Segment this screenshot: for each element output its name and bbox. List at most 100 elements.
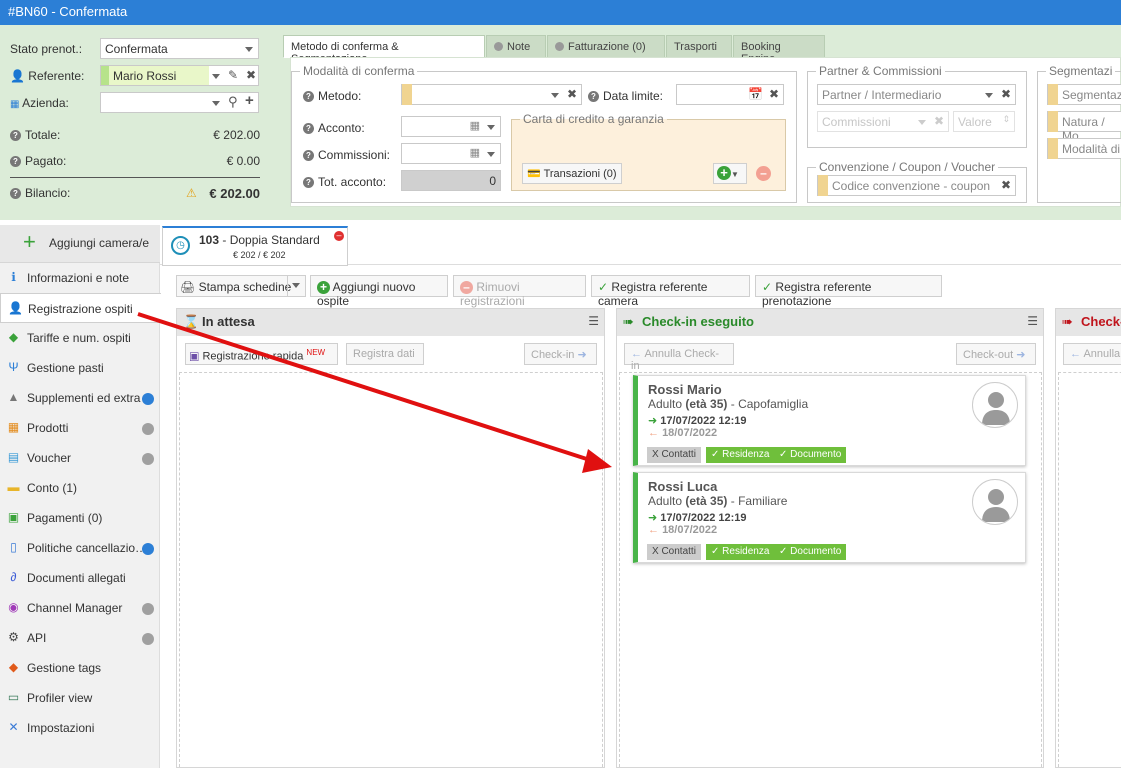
sidebar-item-label: Informazioni e note xyxy=(27,271,130,285)
room-number: 103 xyxy=(199,233,220,247)
registrazione-rapida-button[interactable]: ▣ Registrazione rapida NEW xyxy=(185,343,338,365)
guest-role: Adulto (età 35) - Familiare xyxy=(648,494,788,508)
sidebar-item-voucher[interactable]: ▤ Voucher xyxy=(0,443,160,473)
commissioni-field[interactable]: ▦ xyxy=(401,143,501,164)
valore-field[interactable]: Valore ⇕ xyxy=(953,111,1015,132)
aggiungi-ospite-button[interactable]: + Aggiungi nuovo ospite xyxy=(310,275,448,308)
commissioni-select[interactable]: Commissioni ✖ xyxy=(817,111,949,132)
chevron-down-icon[interactable] xyxy=(487,125,495,130)
hourglass-icon: ⌛ xyxy=(183,314,200,329)
column-drop-area[interactable] xyxy=(179,372,603,767)
sidebar-item-prodotti[interactable]: ▦ Prodotti xyxy=(0,413,160,443)
checkout-button[interactable]: Check-out ➜ xyxy=(956,343,1036,365)
add-card-button[interactable]: + ▼ xyxy=(713,163,747,184)
referente-field[interactable]: Mario Rossi ✎ ✖ xyxy=(100,65,259,86)
sidebar-item-label: API xyxy=(27,631,47,645)
help-icon: ? xyxy=(303,150,314,162)
close-icon[interactable]: ✖ xyxy=(1001,87,1011,101)
residenza-chip[interactable]: ✓ Residenza xyxy=(706,544,775,560)
annulla-checkin-button[interactable]: ← Annulla Check-in xyxy=(624,343,734,372)
close-icon[interactable]: ✖ xyxy=(246,68,256,82)
documento-chip[interactable]: ✓ Documento xyxy=(774,447,847,463)
chevron-down-icon[interactable] xyxy=(212,74,220,79)
tab-note[interactable]: Note xyxy=(486,35,546,58)
column-menu-icon[interactable]: ☰ xyxy=(588,314,599,328)
sidebar-item-channel-manager[interactable]: ◉ Channel Manager xyxy=(0,593,160,623)
column-drop-area[interactable] xyxy=(1058,372,1121,767)
room-tab-103[interactable]: ◷ 103 - Doppia Standard € 202 / € 202 – xyxy=(162,226,348,266)
sidebar-item-supplementi-ed-extra[interactable]: ▲ Supplementi ed extra xyxy=(0,383,160,413)
spinner-icon: ⇕ xyxy=(1002,114,1010,124)
data-limite-field[interactable]: 📅 ✖ xyxy=(676,84,784,105)
tab-trasporti[interactable]: Trasporti xyxy=(666,35,732,58)
partner-select[interactable]: Partner / Intermediario ✖ xyxy=(817,84,1016,105)
guest-card[interactable]: Rossi Mario Adulto (età 35) - Capofamigli… xyxy=(633,375,1026,466)
acconto-field[interactable]: ▦ xyxy=(401,116,501,137)
tab-booking-engine[interactable]: Booking Engine xyxy=(733,35,825,65)
sidebar-item-tariffe-e-num-ospiti[interactable]: ◆ Tariffe e num. ospiti xyxy=(0,323,160,353)
contatti-chip[interactable]: X Contatti xyxy=(647,544,701,560)
sidebar-item-informazioni-e-note[interactable]: ℹ Informazioni e note xyxy=(0,263,160,293)
add-room-button[interactable]: + Aggiungi camera/e xyxy=(0,225,160,263)
rimuovi-registrazioni-button[interactable]: – Rimuovi registrazioni xyxy=(453,275,586,308)
transazioni-button[interactable]: 💳 Transazioni (0) xyxy=(522,163,622,184)
guest-icon: 👤 xyxy=(8,301,23,315)
sidebar-item-api[interactable]: ⚙ API xyxy=(0,623,160,653)
sidebar-item-pagamenti-0[interactable]: ▣ Pagamenti (0) xyxy=(0,503,160,533)
sidebar-item-politiche-cancellazio[interactable]: ▯ Politiche cancellazio… xyxy=(0,533,160,563)
sidebar-item-gestione-pasti[interactable]: Ψ Gestione pasti xyxy=(0,353,160,383)
convenzione-field[interactable]: Codice convenzione - coupon ✖ xyxy=(817,175,1016,196)
metodo-select[interactable]: ✖ xyxy=(401,84,582,105)
help-icon: ? xyxy=(10,130,21,142)
azienda-field[interactable]: ⚲ + xyxy=(100,92,259,113)
guest-card[interactable]: Rossi Luca Adulto (età 35) - Familiare ➜ 1… xyxy=(633,472,1026,563)
tab-fatturazione[interactable]: Fatturazione (0) xyxy=(547,35,665,58)
sidebar-item-gestione-tags[interactable]: ◆ Gestione tags xyxy=(0,653,160,683)
check-icon: ✓ xyxy=(762,280,773,294)
remove-room-icon[interactable]: – xyxy=(334,231,344,241)
calculator-icon[interactable]: ▦ xyxy=(470,119,480,132)
plus-icon[interactable]: + xyxy=(245,92,254,109)
segmentazione-select[interactable]: Segmentaz xyxy=(1047,84,1121,105)
metodo-label: ? Metodo: xyxy=(303,89,361,103)
sidebar-item-conto-1[interactable]: ▬ Conto (1) xyxy=(0,473,160,503)
sidebar-item-documenti-allegati[interactable]: ∂ Documenti allegati xyxy=(0,563,160,593)
check-icon: ✓ xyxy=(598,280,609,294)
pencil-icon[interactable]: ✎ xyxy=(228,68,238,82)
tab-metodo-conferma[interactable]: Metodo di conferma & Segmentazione xyxy=(283,35,485,65)
tags-icon: ◆ xyxy=(8,660,19,674)
chevron-down-icon[interactable] xyxy=(487,152,495,157)
chevron-down-icon[interactable] xyxy=(212,101,220,106)
registra-referente-camera-button[interactable]: ✓ Registra referente camera xyxy=(591,275,750,308)
calculator-icon[interactable]: ▦ xyxy=(470,146,480,159)
sidebar-item-registrazione-ospiti[interactable]: 👤 Registrazione ospiti xyxy=(0,293,161,323)
residenza-chip[interactable]: ✓ Residenza xyxy=(706,447,775,463)
sidebar-item-profiler-view[interactable]: ▭ Profiler view xyxy=(0,683,160,713)
chevron-down-icon[interactable] xyxy=(985,93,993,98)
close-icon[interactable]: ✖ xyxy=(567,87,577,101)
close-icon[interactable]: ✖ xyxy=(1001,178,1011,192)
chevron-down-icon[interactable] xyxy=(292,283,300,288)
modalita-select[interactable]: Modalità di xyxy=(1047,138,1121,159)
stato-select[interactable]: Confermata xyxy=(100,38,259,59)
stampa-schedine-button[interactable]: 🖨 Stampa schedine xyxy=(176,275,306,297)
registra-referente-prenotazione-button[interactable]: ✓ Registra referente prenotazione xyxy=(755,275,942,308)
sidebar-item-impostazioni[interactable]: ✕ Impostazioni xyxy=(0,713,160,743)
registra-dati-button[interactable]: Registra dati xyxy=(346,343,424,365)
column-checkout: ➠ Check- ← Annulla xyxy=(1055,308,1121,768)
search-icon[interactable]: ⚲ xyxy=(228,94,238,110)
annulla-checkout-button[interactable]: ← Annulla xyxy=(1063,343,1121,365)
wrench-icon: ✕ xyxy=(8,720,19,734)
natura-select[interactable]: Natura / Mo xyxy=(1047,111,1121,143)
contatti-chip[interactable]: X Contatti xyxy=(647,447,701,463)
checkin-button[interactable]: Check-in ➜ xyxy=(524,343,597,365)
remove-circle-icon[interactable]: – xyxy=(756,166,771,181)
documento-chip[interactable]: ✓ Documento xyxy=(774,544,847,560)
column-menu-icon[interactable]: ☰ xyxy=(1027,314,1038,328)
status-badge xyxy=(142,453,154,465)
help-icon: ? xyxy=(10,156,21,168)
close-icon[interactable]: ✖ xyxy=(769,87,779,101)
calendar-icon[interactable]: 📅 xyxy=(748,87,763,101)
chevron-down-icon[interactable] xyxy=(551,93,559,98)
guest-name: Rossi Luca xyxy=(648,479,718,494)
